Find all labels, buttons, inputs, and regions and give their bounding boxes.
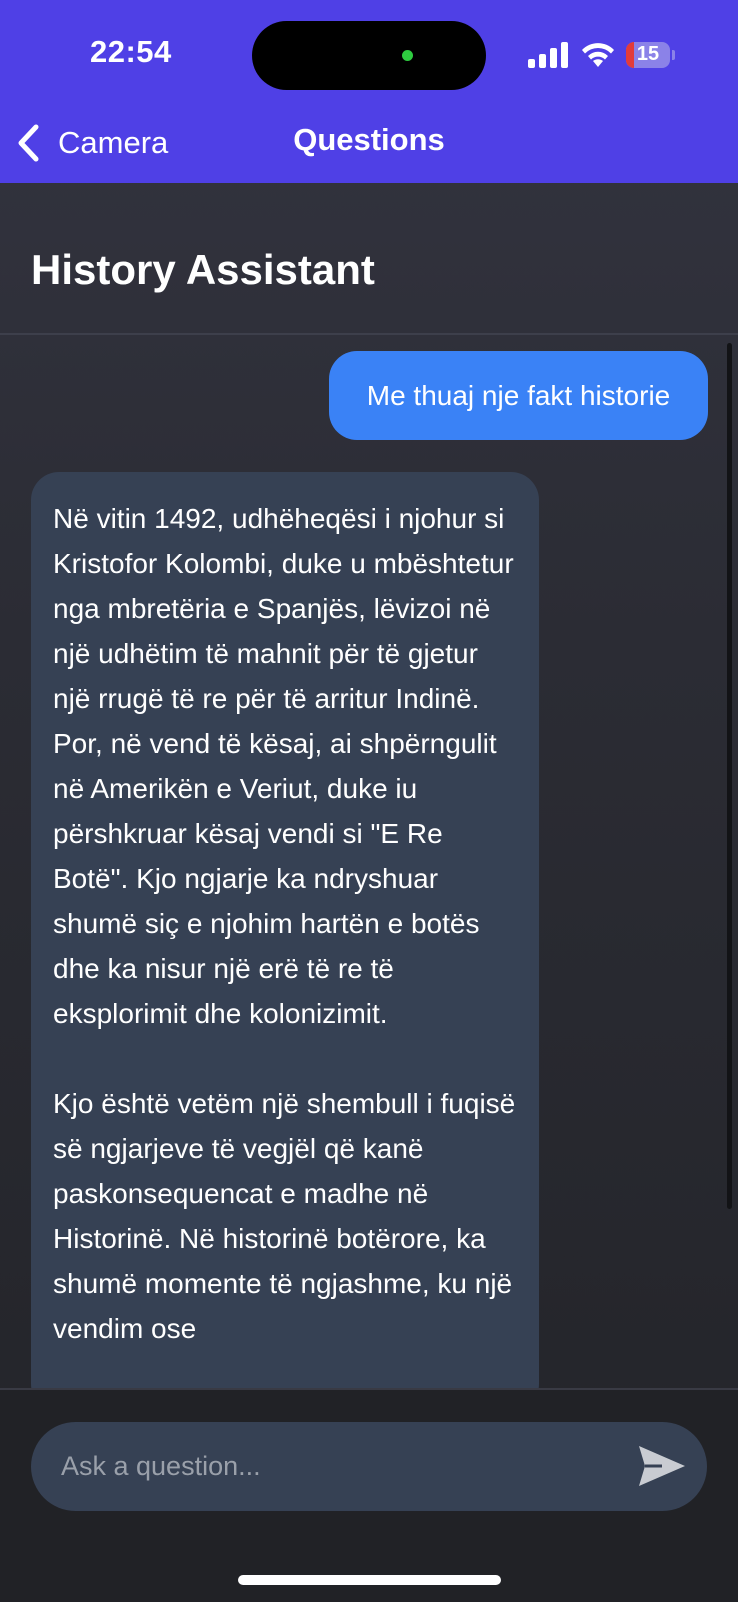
assistant-message: Në vitin 1492, udhëheqësi i njohur si Kr… [31,472,539,1412]
question-input[interactable] [31,1422,707,1511]
camera-indicator-icon [402,50,413,61]
divider [0,333,738,335]
composer-area [0,1388,738,1602]
battery-level: 15 [636,43,660,65]
page-title: History Assistant [31,246,375,293]
signal-icon [528,42,568,68]
nav-title: Questions [293,122,445,157]
user-message: Me thuaj nje fakt historie [329,351,708,440]
scrollbar[interactable] [727,343,732,1209]
dynamic-island [252,21,486,90]
navigation-header: 22:54 15 Camera Questions [0,0,738,183]
send-icon[interactable] [636,1442,688,1490]
battery-icon: 15 [626,42,675,68]
wifi-icon [582,43,614,67]
home-indicator[interactable] [238,1575,501,1585]
status-time: 22:54 [90,34,172,69]
